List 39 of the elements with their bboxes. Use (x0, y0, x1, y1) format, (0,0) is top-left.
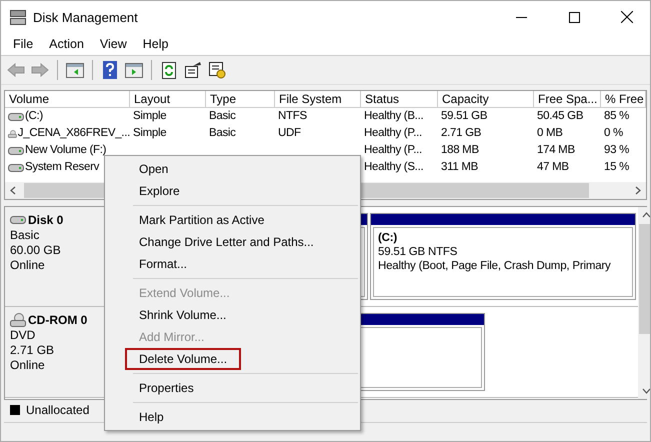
table-cell-text: 188 MB (441, 143, 479, 158)
table-cell-text: 93 % (604, 143, 630, 158)
table-cell-text: 50.45 GB (537, 109, 584, 124)
table-cell-text: Healthy (B... (364, 109, 424, 124)
disk-state: Online (10, 258, 46, 272)
table-cell-text: 0 % (604, 126, 623, 141)
table-cell-text: 59.51 GB (441, 109, 488, 124)
table-cell-text: 0 MB (537, 126, 563, 141)
disk-size: 2.71 GB (10, 343, 56, 357)
table-cell-text: Basic (209, 126, 236, 141)
table-cell-text: 174 MB (537, 143, 575, 158)
table-cell-text: 47 MB (537, 160, 569, 175)
table-cell-text: 311 MB (441, 160, 478, 175)
disk-size: 60.00 GB (10, 243, 62, 257)
legend-label: Unallocated (26, 403, 90, 417)
table-cell-text: Healthy (P... (364, 126, 422, 141)
partition-status: Healthy (Boot, Page File, Crash Dump, Primary (378, 260, 612, 272)
disk-name: Disk 0 (28, 213, 64, 227)
table-cell-text: J_CENA_X86FREV_... (18, 126, 130, 141)
disk-name: CD-ROM 0 (28, 313, 88, 327)
table-cell-text: Healthy (S... (364, 160, 424, 175)
disk-type: Basic (10, 228, 40, 242)
window-title: Disk Management (33, 10, 139, 24)
table-cell-text: Simple (133, 109, 166, 124)
partition-label: (C:) (378, 232, 398, 244)
table-cell-text: 2.71 GB (441, 126, 482, 141)
table-cell-text: NTFS (278, 109, 307, 124)
table-cell-text: New Volume (F:) (25, 143, 106, 158)
partition-detail: 59.51 GB NTFS (378, 246, 458, 258)
table-cell-text: 15 % (604, 160, 630, 175)
disk-state: Online (10, 358, 46, 372)
table-cell-text: Basic (209, 109, 236, 124)
table-cell-text: UDF (278, 126, 301, 141)
table-cell-text: 85 % (604, 109, 630, 124)
disk-type: DVD (10, 328, 36, 342)
table-cell-text: Healthy (P... (364, 143, 422, 158)
table-cell-text: (C:) (25, 109, 43, 124)
table-cell-text: System Reserv (25, 160, 100, 175)
table-cell-text: Simple (133, 126, 166, 141)
